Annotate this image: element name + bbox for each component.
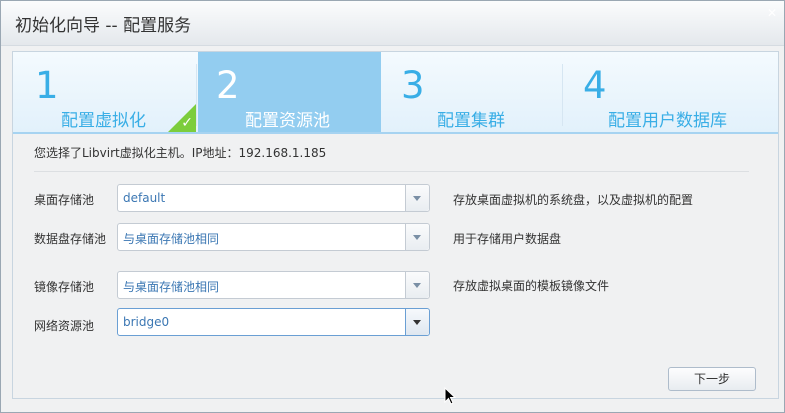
close-icon[interactable]: ✕ (765, 6, 779, 20)
data-pool-select[interactable]: 与桌面存储池相同 (117, 223, 430, 251)
desktop-pool-select[interactable]: default (117, 184, 430, 212)
image-pool-label: 镜像存储池 (34, 280, 95, 294)
data-pool-label: 数据盘存储池 (34, 232, 107, 246)
title-bar: 初始化向导 -- 配置服务 ✕ (1, 1, 784, 46)
desktop-pool-label: 桌面存储池 (34, 193, 95, 207)
data-pool-value: 与桌面存储池相同 (123, 232, 220, 246)
wizard-dialog: 初始化向导 -- 配置服务 ✕ 1 配置虚拟化 ✓ 2 配置资源池 3 配置集群… (0, 0, 785, 413)
chevron-down-icon (413, 196, 421, 201)
step-label: 配置用户数据库 (608, 111, 727, 131)
network-pool-value: bridge0 (123, 315, 170, 329)
step-label: 配置资源池 (245, 111, 330, 131)
step-bar: 1 配置虚拟化 ✓ 2 配置资源池 3 配置集群 4 配置用户数据库 (13, 52, 778, 134)
divider (34, 171, 749, 172)
desktop-pool-desc: 存放桌面虚拟机的系统盘，以及虚拟机的配置 (453, 193, 694, 207)
step-number: 4 (583, 64, 607, 107)
dropdown-button[interactable] (405, 185, 429, 211)
image-pool-desc: 存放虚拟桌面的模板镜像文件 (453, 279, 610, 293)
data-pool-desc: 用于存储用户数据盘 (453, 232, 562, 246)
window-title: 初始化向导 -- 配置服务 (15, 16, 192, 36)
next-button[interactable]: 下一步 (668, 367, 756, 391)
host-info-text: 您选择了Libvirt虚拟化主机。IP地址：192.168.1.185 (34, 146, 327, 160)
image-pool-value: 与桌面存储池相同 (123, 280, 220, 294)
chevron-down-icon (413, 283, 421, 288)
image-pool-select[interactable]: 与桌面存储池相同 (117, 271, 430, 299)
step-number: 3 (401, 64, 425, 107)
step-number: 1 (35, 64, 59, 107)
chevron-down-icon (413, 235, 421, 240)
dropdown-button[interactable] (405, 272, 429, 298)
network-pool-label: 网络资源池 (34, 319, 95, 333)
wizard-content: 1 配置虚拟化 ✓ 2 配置资源池 3 配置集群 4 配置用户数据库 您选择了L… (12, 51, 779, 399)
step-number: 2 (216, 64, 240, 107)
step-label: 配置虚拟化 (61, 111, 146, 131)
desktop-pool-value: default (123, 191, 166, 205)
network-pool-select[interactable]: bridge0 (117, 308, 430, 336)
dropdown-button[interactable] (405, 309, 429, 335)
dropdown-button[interactable] (405, 224, 429, 250)
step-divider (196, 64, 197, 126)
mouse-pointer-icon (444, 387, 456, 405)
step-3[interactable]: 3 配置集群 (381, 52, 561, 132)
step-label: 配置集群 (437, 111, 505, 131)
checkmark-icon: ✓ (181, 115, 193, 131)
step-4[interactable]: 4 配置用户数据库 (563, 52, 778, 132)
chevron-down-icon (413, 320, 421, 325)
step-1[interactable]: 1 配置虚拟化 ✓ (13, 52, 196, 132)
step-2[interactable]: 2 配置资源池 (198, 52, 381, 132)
